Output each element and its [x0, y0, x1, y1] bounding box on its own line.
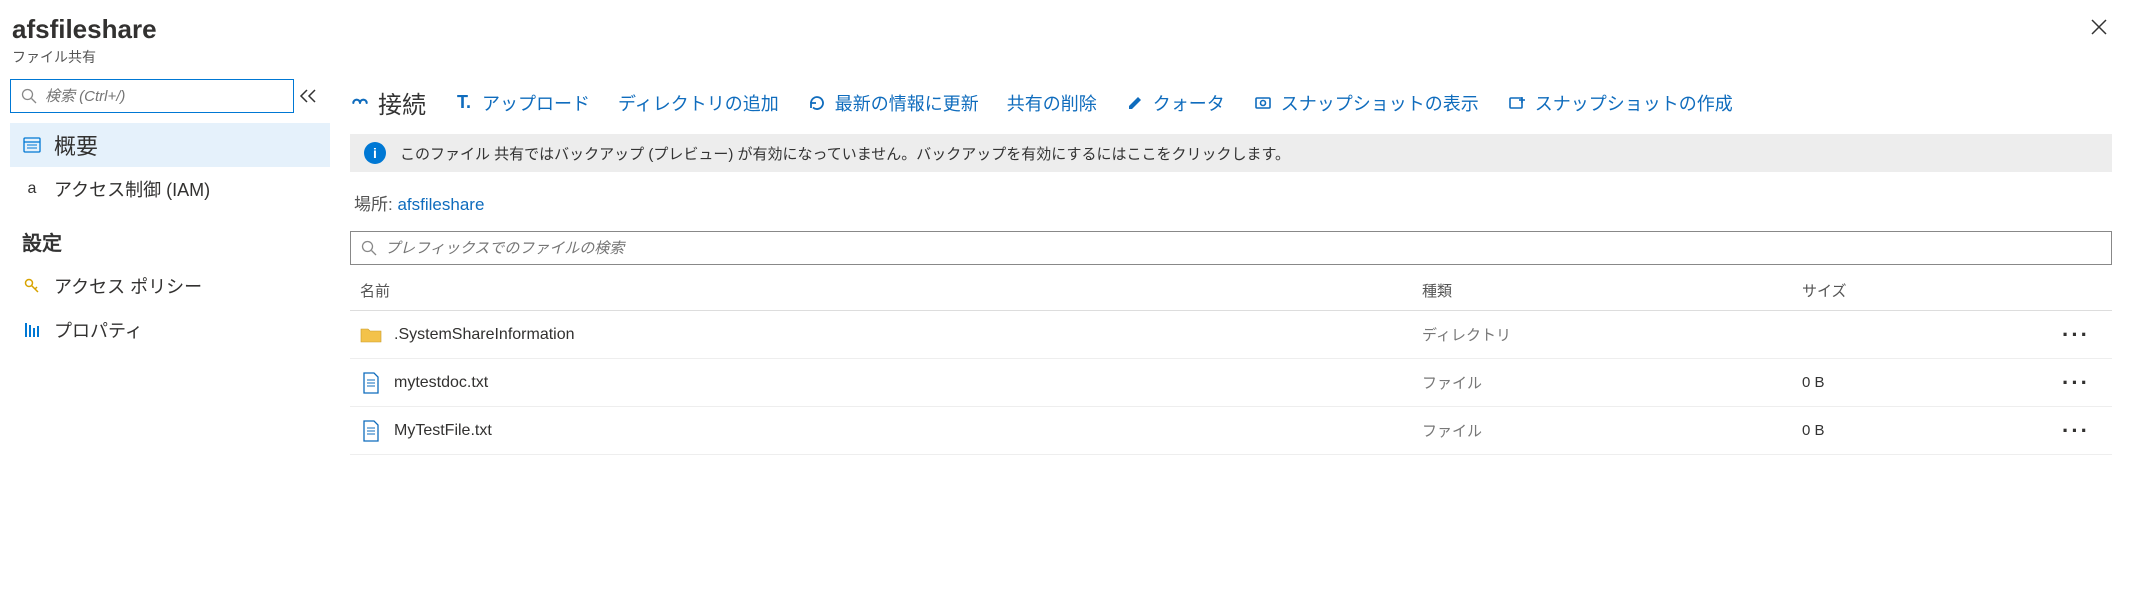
file-search-input[interactable]: [385, 240, 2101, 257]
sidebar-item-label: アクセス ポリシー: [54, 273, 202, 299]
file-size: 0 B: [1792, 374, 2052, 391]
toolbar-label: アップロード: [482, 90, 590, 116]
file-name: MyTestFile.txt: [394, 422, 492, 440]
chevron-double-left-icon: [299, 89, 317, 103]
file-icon: [360, 372, 382, 394]
collapse-sidebar-button[interactable]: [294, 89, 322, 103]
sidebar-item-iam[interactable]: a アクセス制御 (IAM): [10, 167, 330, 211]
toolbar-add-directory[interactable]: ディレクトリの追加: [618, 90, 779, 116]
file-type: ファイル: [1412, 420, 1792, 441]
toolbar-view-snapshot[interactable]: スナップショットの表示: [1253, 90, 1479, 116]
overview-icon: [22, 136, 42, 154]
blade-title: afsfileshare: [12, 14, 157, 45]
main-pane: 接続 T. アップロード ディレクトリの追加 最新の情報に更新 共有の削除: [330, 75, 2132, 605]
file-type: ファイル: [1412, 372, 1792, 393]
snapshot-create-icon: [1507, 93, 1527, 113]
col-name[interactable]: 名前: [350, 280, 1412, 301]
toolbar-label: 共有の削除: [1007, 90, 1097, 116]
sidebar-search-input[interactable]: [45, 88, 283, 105]
row-actions-button[interactable]: ···: [2052, 418, 2112, 444]
grid-row[interactable]: mytestdoc.txt ファイル 0 B ···: [350, 359, 2112, 407]
refresh-icon: [807, 93, 827, 113]
sidebar-search[interactable]: [10, 79, 294, 113]
toolbar-label: クォータ: [1153, 90, 1225, 116]
file-size: 0 B: [1792, 422, 2052, 439]
upload-icon: T.: [454, 93, 474, 113]
toolbar-label: ディレクトリの追加: [618, 90, 779, 116]
search-icon: [21, 88, 37, 104]
toolbar-refresh[interactable]: 最新の情報に更新: [807, 90, 979, 116]
search-icon: [361, 240, 377, 256]
grid-row[interactable]: MyTestFile.txt ファイル 0 B ···: [350, 407, 2112, 455]
folder-icon: [360, 324, 382, 346]
file-icon: [360, 420, 382, 442]
col-size[interactable]: サイズ: [1792, 280, 2052, 301]
row-actions-button[interactable]: ···: [2052, 322, 2112, 348]
sidebar-item-label: アクセス制御 (IAM): [54, 176, 210, 202]
toolbar-label: スナップショットの表示: [1281, 90, 1479, 116]
grid-row[interactable]: .SystemShareInformation ディレクトリ ···: [350, 311, 2112, 359]
toolbar-upload[interactable]: T. アップロード: [454, 90, 590, 116]
toolbar-create-snapshot[interactable]: スナップショットの作成: [1507, 90, 1733, 116]
location-row: 場所: afsfileshare: [354, 190, 2108, 215]
location-label: 場所:: [354, 195, 393, 214]
toolbar-label: 最新の情報に更新: [835, 90, 979, 116]
snapshot-view-icon: [1253, 93, 1273, 113]
connect-icon: [350, 93, 370, 113]
toolbar-quota[interactable]: クォータ: [1125, 90, 1225, 116]
sidebar-item-properties[interactable]: プロパティ: [10, 308, 330, 352]
blade-header: afsfileshare ファイル共有: [0, 0, 2132, 75]
file-search-box[interactable]: [350, 231, 2112, 265]
sidebar-item-access-policy[interactable]: アクセス ポリシー: [10, 264, 330, 308]
row-actions-button[interactable]: ···: [2052, 370, 2112, 396]
iam-icon: a: [22, 180, 42, 198]
info-text: このファイル 共有ではバックアップ (プレビュー) が有効になっていません。バッ…: [400, 143, 1290, 164]
file-grid: 名前 種類 サイズ .SystemShareInformation ディレクトリ…: [350, 271, 2112, 455]
sidebar-item-label: プロパティ: [54, 317, 143, 343]
toolbar-label: 接続: [378, 85, 426, 120]
key-icon: [22, 277, 42, 295]
edit-icon: [1125, 93, 1145, 113]
close-icon: [2090, 18, 2108, 36]
toolbar-delete-share[interactable]: 共有の削除: [1007, 90, 1097, 116]
properties-icon: [22, 321, 42, 339]
file-name: mytestdoc.txt: [394, 374, 488, 392]
col-type[interactable]: 種類: [1412, 280, 1792, 301]
location-value[interactable]: afsfileshare: [397, 195, 484, 214]
sidebar-item-overview[interactable]: 概要: [10, 123, 330, 167]
info-icon: i: [364, 142, 386, 164]
backup-info-bar[interactable]: i このファイル 共有ではバックアップ (プレビュー) が有効になっていません。…: [350, 134, 2112, 172]
toolbar-label: スナップショットの作成: [1535, 90, 1733, 116]
sidebar-item-label: 概要: [54, 129, 98, 161]
file-type: ディレクトリ: [1412, 324, 1792, 345]
sidebar: 概要 a アクセス制御 (IAM) 設定 アクセス ポリシー: [0, 75, 330, 605]
toolbar-connect[interactable]: 接続: [350, 85, 426, 120]
file-name: .SystemShareInformation: [394, 326, 575, 344]
grid-header: 名前 種類 サイズ: [350, 271, 2112, 311]
sidebar-group-settings: 設定: [10, 211, 330, 264]
close-button[interactable]: [2086, 14, 2112, 40]
toolbar: 接続 T. アップロード ディレクトリの追加 最新の情報に更新 共有の削除: [350, 75, 2112, 134]
blade-subtitle: ファイル共有: [12, 47, 157, 67]
